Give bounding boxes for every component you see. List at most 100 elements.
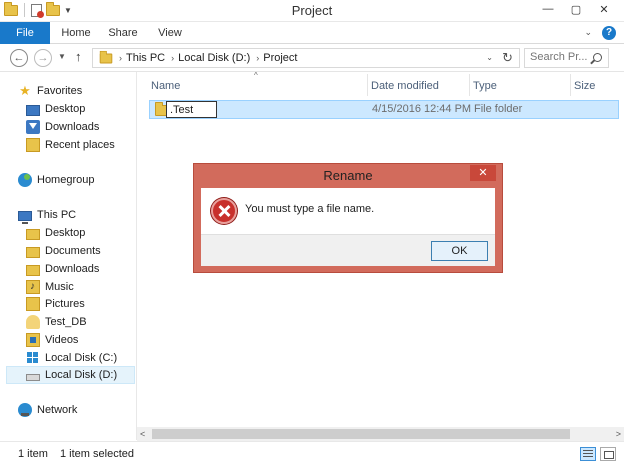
minimize-button[interactable]: —	[534, 0, 562, 18]
dialog-message: You must type a file name.	[245, 203, 375, 215]
downloads-icon	[26, 120, 40, 134]
column-header-date-modified[interactable]: Date modified	[371, 78, 439, 94]
computer-icon	[18, 210, 32, 224]
nav-item-label: Downloads	[45, 121, 100, 133]
documents-icon	[26, 246, 40, 258]
recent-places-icon	[26, 138, 40, 152]
chevron-right-icon[interactable]: ›	[256, 53, 259, 63]
item-count: 1 item	[18, 448, 48, 460]
tab-share[interactable]: Share	[102, 22, 144, 44]
help-icon[interactable]: ?	[602, 26, 616, 40]
ribbon-tabs: File Home Share View ⌄ ?	[0, 22, 624, 44]
horizontal-scrollbar[interactable]: < >	[137, 427, 624, 441]
search-box[interactable]	[524, 48, 609, 68]
column-divider[interactable]	[367, 74, 368, 96]
nav-favorites-desktop[interactable]: Desktop	[26, 100, 85, 118]
error-icon	[211, 198, 237, 224]
recent-locations-dropdown-icon[interactable]: ▼	[58, 52, 66, 61]
column-divider[interactable]	[469, 74, 470, 96]
desktop-icon	[26, 104, 40, 116]
nav-item-label: Recent places	[45, 139, 115, 151]
nav-pc-pictures[interactable]: Pictures	[26, 295, 85, 313]
nav-pc-local-disk-d[interactable]: Local Disk (D:)	[6, 366, 135, 384]
rename-input[interactable]	[166, 101, 217, 118]
nav-item-label: Music	[45, 281, 74, 293]
dialog-footer: OK	[201, 234, 495, 266]
tab-file[interactable]: File	[0, 22, 50, 44]
back-button[interactable]: ←	[10, 49, 28, 67]
chevron-right-icon[interactable]: ›	[171, 53, 174, 63]
navigation-pane: ★ Favorites Desktop Downloads Recent pla…	[0, 72, 137, 440]
dialog-close-button[interactable]: ✕	[470, 165, 496, 181]
nav-pc-music[interactable]: Music	[26, 278, 74, 296]
nav-homegroup[interactable]: Homegroup	[18, 171, 94, 189]
nav-favorites[interactable]: ★ Favorites	[18, 82, 82, 100]
scroll-right-icon[interactable]: >	[616, 427, 621, 441]
nav-item-label: Pictures	[45, 298, 85, 310]
expand-ribbon-icon[interactable]: ⌄	[584, 27, 592, 38]
maximize-button[interactable]: ▢	[562, 0, 590, 18]
nav-pc-downloads[interactable]: Downloads	[26, 260, 99, 278]
nav-item-label: Local Disk (D:)	[45, 369, 118, 381]
nav-favorites-downloads[interactable]: Downloads	[26, 118, 99, 136]
selection-count: 1 item selected	[60, 448, 134, 460]
videos-icon	[26, 333, 40, 347]
nav-pc-videos[interactable]: Videos	[26, 331, 78, 349]
tab-view[interactable]: View	[150, 22, 190, 44]
address-bar[interactable]: › This PC › Local Disk (D:) › Project ⌄ …	[92, 48, 520, 68]
navigation-bar: ← → ▼ ↑ › This PC › Local Disk (D:) › Pr…	[0, 44, 624, 72]
breadcrumb-local-disk-d[interactable]: Local Disk (D:)	[178, 52, 250, 64]
address-dropdown-icon[interactable]: ⌄	[486, 53, 493, 62]
chevron-right-icon[interactable]: ›	[119, 53, 122, 63]
column-header-name[interactable]: Name	[151, 78, 180, 94]
scrollbar-thumb[interactable]	[152, 429, 570, 439]
nav-item-label: This PC	[37, 209, 77, 221]
nav-this-pc[interactable]: This PC	[18, 206, 76, 224]
nav-favorites-recent-places[interactable]: Recent places	[26, 136, 115, 154]
nav-item-label: Downloads	[45, 263, 100, 275]
downloads-icon	[26, 264, 40, 276]
pictures-icon	[26, 297, 40, 311]
forward-button[interactable]: →	[34, 49, 52, 67]
breadcrumb-project[interactable]: Project	[263, 52, 297, 64]
sort-ascending-icon: ^	[254, 71, 258, 80]
column-header-type[interactable]: Type	[473, 78, 497, 94]
music-icon	[26, 278, 40, 296]
scroll-left-icon[interactable]: <	[140, 427, 145, 441]
nav-pc-local-disk-c[interactable]: Local Disk (C:)	[26, 349, 117, 367]
refresh-icon[interactable]: ↻	[502, 50, 513, 66]
large-icons-view-icon[interactable]	[600, 447, 616, 461]
search-input[interactable]	[530, 51, 590, 63]
up-button[interactable]: ↑	[75, 49, 82, 64]
nav-pc-documents[interactable]: Documents	[26, 242, 101, 260]
nav-item-label: Desktop	[45, 227, 86, 239]
type-cell: File folder	[474, 103, 523, 115]
close-button[interactable]: ✕	[590, 0, 618, 18]
search-icon[interactable]	[593, 53, 602, 62]
nav-item-label: Local Disk (C:)	[45, 352, 118, 364]
nav-item-label: Favorites	[37, 85, 83, 97]
details-view-icon[interactable]	[580, 447, 596, 461]
window-title: Project	[291, 3, 333, 18]
network-icon	[18, 403, 32, 417]
tab-home[interactable]: Home	[56, 22, 96, 44]
nav-item-label: Homegroup	[37, 174, 95, 186]
drive-icon	[26, 374, 40, 381]
column-divider[interactable]	[570, 74, 571, 96]
ok-button[interactable]: OK	[431, 241, 488, 261]
dialog-title: Rename	[323, 168, 373, 183]
table-row[interactable]: 4/15/2016 12:44 PM File folder	[149, 100, 619, 119]
nav-network[interactable]: Network	[18, 401, 77, 419]
column-header-size[interactable]: Size	[574, 78, 595, 94]
status-bar: 1 item 1 item selected	[0, 441, 624, 467]
title-bar: ▼ Project — ▢ ✕	[0, 0, 624, 22]
window-controls: — ▢ ✕	[534, 0, 618, 18]
star-icon: ★	[19, 83, 31, 98]
nav-pc-desktop[interactable]: Desktop	[26, 224, 85, 242]
dialog-body: You must type a file name. OK	[201, 188, 495, 266]
nav-pc-test-db[interactable]: Test_DB	[26, 313, 87, 331]
folder-icon	[99, 50, 113, 63]
nav-item-label: Videos	[45, 334, 79, 346]
nav-item-label: Desktop	[45, 103, 86, 115]
breadcrumb-this-pc[interactable]: This PC	[126, 52, 165, 64]
